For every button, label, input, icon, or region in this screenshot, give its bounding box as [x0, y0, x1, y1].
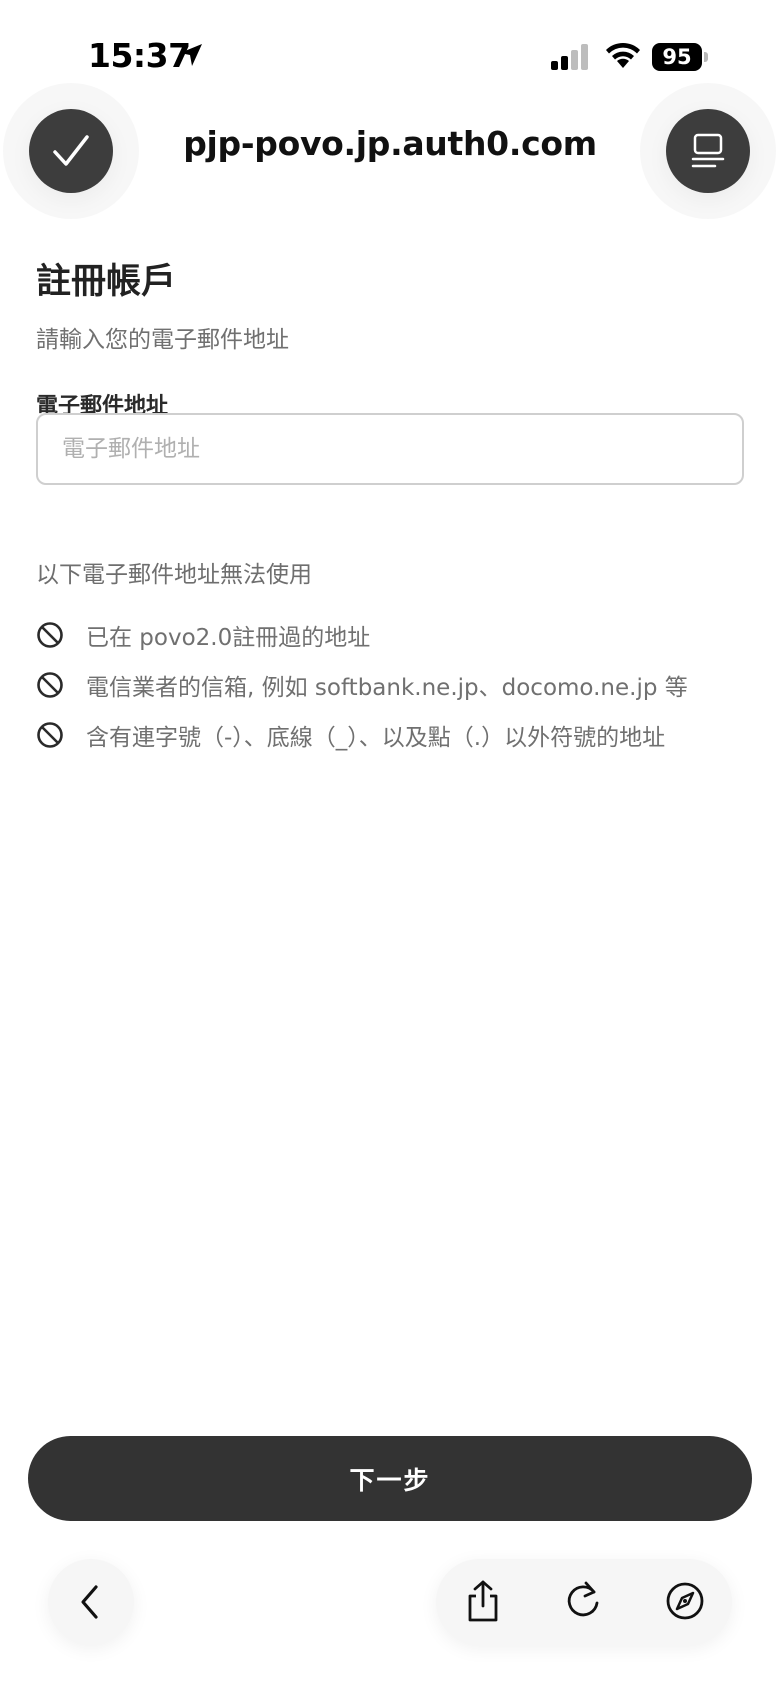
browser-toolbar	[436, 1559, 732, 1645]
restriction-text: 已在 povo2.0註冊過的地址	[86, 625, 371, 651]
restriction-text: 電信業者的信箱, 例如 softbank.ne.jp、docomo.ne.jp …	[86, 675, 688, 701]
tabs-icon	[691, 133, 725, 168]
status-bar: 15:37 95	[0, 0, 780, 100]
share-icon[interactable]	[461, 1579, 505, 1623]
page-title: 註冊帳戶	[36, 262, 177, 302]
wifi-icon	[606, 42, 640, 68]
battery-nub	[704, 52, 708, 62]
status-time: 15:37	[88, 36, 191, 75]
prohibited-icon	[37, 622, 63, 648]
chevron-left-icon	[81, 1585, 98, 1619]
restriction-text: 含有連字號（-）、底線（_）、以及點（.）以外符號的地址	[86, 725, 666, 751]
checkmark-icon	[53, 135, 89, 166]
prohibited-icon	[37, 672, 63, 698]
restrictions-list: 已在 povo2.0註冊過的地址 電信業者的信箱, 例如 softbank.ne…	[36, 610, 756, 760]
cellular-signal-icon	[551, 44, 588, 70]
page-subtitle: 請輸入您的電子郵件地址	[36, 327, 289, 353]
prohibited-icon	[37, 722, 63, 748]
reload-icon[interactable]	[561, 1579, 605, 1623]
back-button[interactable]	[48, 1559, 134, 1645]
restriction-item: 電信業者的信箱, 例如 softbank.ne.jp、docomo.ne.jp …	[36, 660, 756, 710]
tabs-button[interactable]	[666, 109, 750, 193]
location-arrow-icon	[180, 44, 202, 66]
battery-level: 95	[652, 43, 702, 71]
restriction-item: 含有連字號（-）、底線（_）、以及點（.）以外符號的地址	[36, 710, 756, 760]
compass-icon[interactable]	[663, 1579, 707, 1623]
battery-indicator: 95	[652, 43, 708, 71]
restriction-item: 已在 povo2.0註冊過的地址	[36, 610, 756, 660]
restrictions-heading: 以下電子郵件地址無法使用	[36, 562, 312, 588]
email-field[interactable]	[36, 413, 744, 485]
done-button[interactable]	[29, 109, 113, 193]
next-button[interactable]: 下一步	[28, 1436, 752, 1521]
url-bar[interactable]: pjp-povo.jp.auth0.com	[150, 124, 630, 163]
